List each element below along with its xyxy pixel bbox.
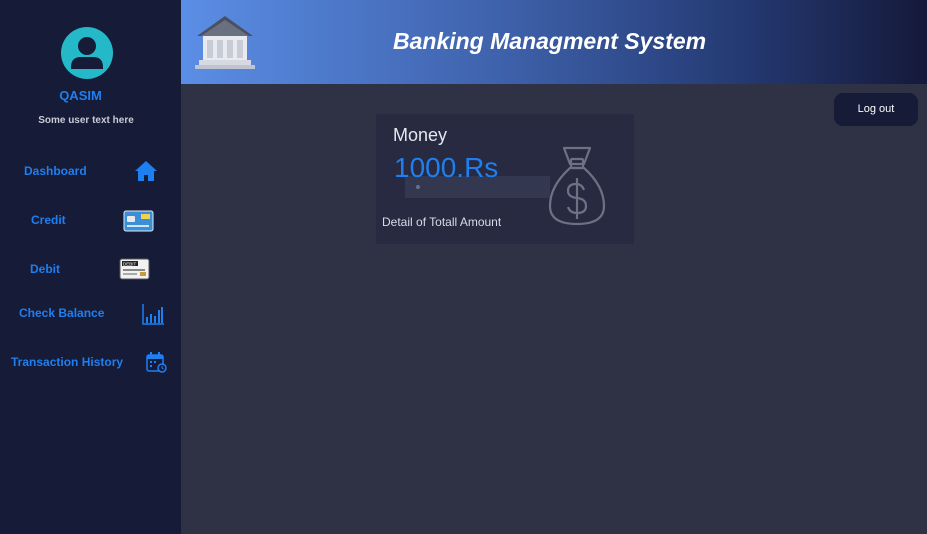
avatar [61,27,113,79]
header-banner: Banking Managment System [181,0,927,84]
sidebar-item-label: Credit [31,213,66,227]
sidebar-item-label: Debit [30,262,60,276]
card-description: Detail of Totall Amount [382,215,502,229]
debit-card-icon: DEBIT [119,258,150,280]
card-amount: 1000.Rs [394,152,499,183]
sidebar-item-debit[interactable]: Debit DEBIT [0,252,181,286]
sidebar-item-dashboard[interactable]: Dashboard [0,154,181,188]
sidebar-item-check-balance[interactable]: Check Balance [0,296,181,330]
sidebar-item-transaction-history[interactable]: Transaction History [0,345,181,379]
sidebar-item-label: Check Balance [19,306,105,320]
logout-button[interactable]: Log out [834,93,918,126]
user-name: QASIM [59,88,102,103]
svg-text:DEBIT: DEBIT [123,262,137,267]
home-icon [135,161,157,181]
user-icon [71,37,103,69]
sidebar-item-label: Transaction History [11,355,124,369]
money-card: Money 1000.Rs Detail of Totall Amount [376,114,634,244]
app-title: Banking Managment System [393,28,707,54]
card-title: Money [393,125,448,145]
bar-chart-icon [142,304,164,325]
credit-card-icon [123,210,154,232]
sidebar-item-credit[interactable]: Credit [0,203,181,237]
money-bag-icon [548,146,606,226]
bank-building-icon [195,16,255,69]
sidebar-item-label: Dashboard [24,164,87,178]
sidebar: QASIM Some user text here Dashboard Cred… [0,0,181,534]
calendar-icon [146,352,167,373]
user-subtext: Some user text here [38,115,134,126]
